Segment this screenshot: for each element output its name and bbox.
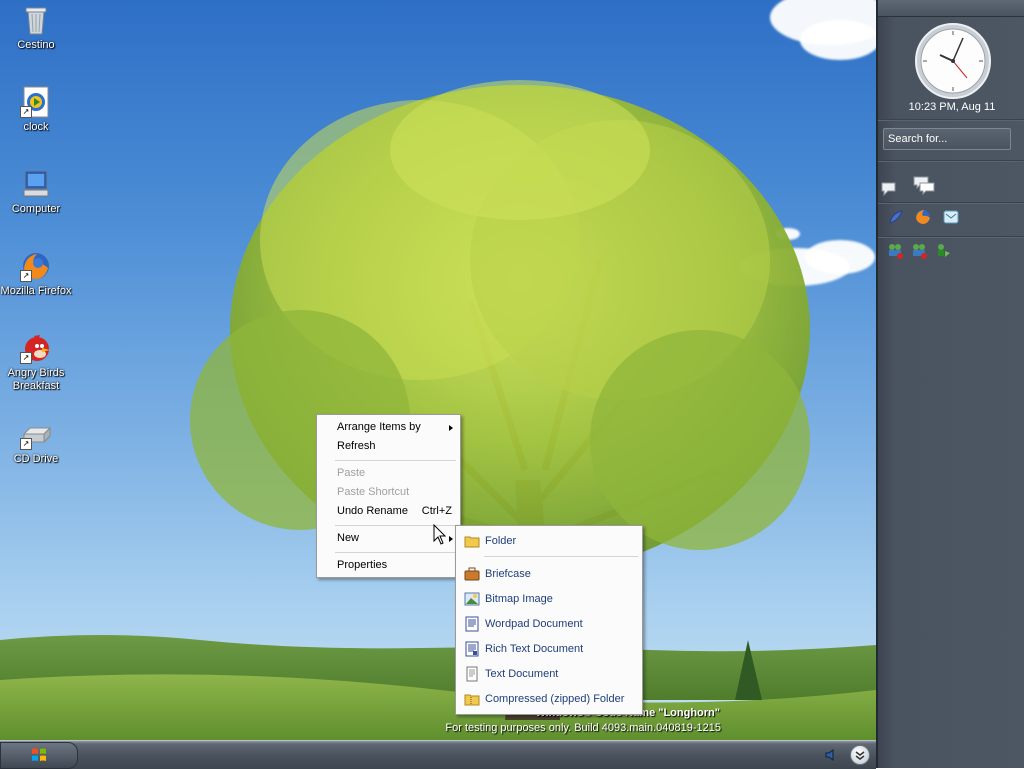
contacts-chat-icon[interactable] (912, 175, 938, 197)
analog-clock-gadget[interactable] (914, 22, 992, 100)
menu-item-label: Paste (337, 467, 366, 479)
text-document-icon (466, 666, 478, 682)
taskbar (0, 740, 876, 769)
desktop-icon-label: clock (23, 121, 49, 133)
menu-item-properties[interactable]: Properties (317, 556, 460, 575)
desktop-context-menu: Arrange Items by Refresh Paste Paste Sho… (316, 414, 461, 578)
desktop-icon-label: Mozilla Firefox (0, 285, 72, 297)
menu-item-label: Undo Rename (337, 505, 408, 517)
submenu-item-label: Compressed (zipped) Folder (485, 693, 625, 705)
submenu-item-text-document[interactable]: Text Document (456, 663, 642, 685)
users-blocked-icon[interactable] (910, 242, 928, 260)
submenu-item-label: Bitmap Image (485, 593, 553, 605)
menu-separator (335, 552, 456, 553)
firefox-icon[interactable] (914, 208, 932, 226)
submenu-item-label: Text Document (485, 668, 559, 680)
submenu-item-compressed-folder[interactable]: Compressed (zipped) Folder (456, 688, 642, 710)
wordpad-document-icon (465, 616, 479, 632)
desktop-icon-firefox[interactable]: ↗ Mozilla Firefox (0, 250, 72, 298)
sidebar-separator (878, 236, 1024, 238)
mail-app-icon[interactable] (942, 208, 960, 226)
mouse-pointer-icon (433, 524, 447, 545)
submenu-item-folder[interactable]: Folder (456, 530, 642, 552)
angry-bird-icon: ↗ (20, 332, 52, 364)
sidebar-separator (878, 119, 1024, 121)
menu-item-undo-rename[interactable]: Undo Rename Ctrl+Z (317, 502, 460, 521)
chevron-down-icon[interactable] (850, 745, 870, 765)
computer-icon (20, 168, 52, 200)
volume-speaker-icon[interactable] (824, 747, 840, 763)
zipped-folder-icon (464, 694, 480, 706)
briefcase-icon (464, 567, 480, 581)
desktop-icon-cd-drive[interactable]: ↗ CD Drive (0, 418, 72, 466)
bitmap-image-icon (464, 592, 480, 606)
menu-item-label: Properties (337, 559, 388, 571)
start-button[interactable] (0, 742, 78, 769)
desktop-icon-clock[interactable]: ↗ clock (0, 86, 72, 134)
submenu-item-label: Wordpad Document (485, 618, 583, 630)
menu-item-label: Paste Shortcut (337, 486, 410, 498)
shortcut-arrow-icon: ↗ (20, 352, 32, 364)
sidebar-panel: 10:23 PM, Aug 11 Search for... (876, 0, 1024, 768)
clock-time-label: 10:23 PM, Aug 11 (908, 101, 996, 113)
shortcut-arrow-icon: ↗ (20, 270, 32, 282)
menu-separator (335, 460, 456, 461)
desktop-icon-computer[interactable]: Computer (0, 168, 72, 216)
desktop-icon-label: Computer (11, 203, 61, 215)
menu-item-paste-shortcut: Paste Shortcut (317, 483, 460, 502)
submenu-item-rich-text-document[interactable]: Rich Text Document (456, 638, 642, 660)
windows-logo-icon (32, 748, 46, 761)
chat-bubble-icon[interactable] (880, 180, 898, 198)
submenu-item-wordpad-document[interactable]: Wordpad Document (456, 613, 642, 635)
menu-separator (484, 556, 638, 557)
menu-item-label: Refresh (337, 440, 376, 452)
menu-item-refresh[interactable]: Refresh (317, 437, 460, 456)
cd-drive-icon: ↗ (20, 418, 52, 450)
search-input[interactable]: Search for... (883, 128, 1011, 150)
new-submenu: Folder Briefcase Bitmap Image Wordpad Do… (455, 525, 643, 715)
submenu-item-label: Folder (485, 535, 517, 547)
build-watermark-details: For testing purposes only. Build 4093.ma… (445, 722, 721, 734)
menu-item-label: New (337, 532, 360, 544)
desktop-icon-angry-birds[interactable]: ↗ Angry Birds Breakfast (0, 332, 72, 393)
desktop-icon-label: CD Drive (13, 453, 59, 465)
user-sync-icon[interactable] (934, 242, 952, 260)
shortcut-arrow-icon: ↗ (20, 438, 32, 450)
desktop-icon-recycle-bin[interactable]: Cestino (0, 4, 72, 52)
desktop-icon-label: Angry Birds Breakfast (7, 367, 65, 392)
sidebar-separator (878, 160, 1024, 162)
tree-wallpaper-image (0, 80, 876, 740)
desktop-icon-label: Cestino (17, 39, 55, 51)
submenu-arrow-icon (449, 425, 453, 431)
menu-item-shortcut: Ctrl+Z (421, 505, 452, 517)
recycle-bin-icon (20, 4, 52, 36)
feather-app-icon[interactable] (887, 208, 905, 226)
submenu-item-bitmap-image[interactable]: Bitmap Image (456, 588, 642, 610)
folder-icon (464, 536, 480, 548)
firefox-icon: ↗ (20, 250, 52, 282)
submenu-item-label: Briefcase (485, 568, 531, 580)
rich-text-document-icon (465, 641, 479, 657)
media-file-icon: ↗ (20, 86, 52, 118)
sidebar-header-bar (878, 0, 1024, 17)
shortcut-arrow-icon: ↗ (20, 106, 32, 118)
submenu-item-label: Rich Text Document (485, 643, 584, 655)
submenu-arrow-icon (449, 536, 453, 542)
menu-item-label: Arrange Items by (337, 421, 421, 433)
menu-item-arrange-items-by[interactable]: Arrange Items by (317, 418, 460, 437)
menu-item-paste: Paste (317, 464, 460, 483)
users-offline-icon[interactable] (886, 242, 904, 260)
desktop-background[interactable]: Cestino ↗ clock Computer ↗ Mozilla Firef… (0, 0, 876, 740)
sidebar-separator (878, 202, 1024, 204)
submenu-item-briefcase[interactable]: Briefcase (456, 563, 642, 585)
